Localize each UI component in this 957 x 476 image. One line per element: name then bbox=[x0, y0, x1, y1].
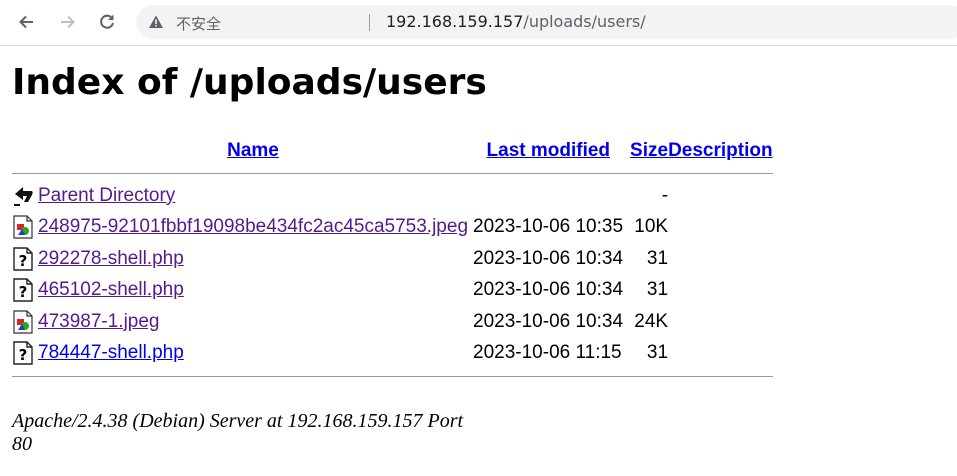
size-cell: 10K bbox=[634, 216, 669, 238]
arrow-right-icon bbox=[61, 15, 75, 29]
description-cell bbox=[668, 212, 773, 244]
file-listing-table: Name Last modified Size Description Pare… bbox=[12, 136, 773, 383]
size-cell: - bbox=[661, 184, 669, 206]
url-path: /uploads/users/ bbox=[523, 12, 646, 31]
sort-by-size-link[interactable]: Size bbox=[630, 140, 668, 161]
page-title: Index of /uploads/users bbox=[12, 62, 487, 103]
row-icon-cell bbox=[12, 180, 38, 212]
sort-by-modified-link[interactable]: Last modified bbox=[487, 140, 611, 161]
row-icon-cell bbox=[12, 306, 38, 338]
table-row: ? 465102-shell.php 2023-10-06 10:34 31 bbox=[12, 275, 773, 307]
image-icon bbox=[13, 310, 33, 334]
size-cell: 31 bbox=[646, 247, 669, 269]
unknown-file-icon: ? bbox=[13, 278, 33, 302]
name-cell: 465102-shell.php bbox=[38, 275, 468, 307]
forward-button[interactable] bbox=[51, 6, 83, 38]
description-cell bbox=[668, 338, 773, 370]
table-row: ? 292278-shell.php 2023-10-06 10:34 31 bbox=[12, 243, 773, 275]
modified-cell: 2023-10-06 10:35 bbox=[473, 216, 624, 238]
url-host: 192.168.159.157 bbox=[386, 12, 524, 31]
name-header: Name bbox=[38, 136, 468, 166]
name-cell: 292278-shell.php bbox=[38, 243, 468, 275]
size-cell: 31 bbox=[646, 279, 669, 301]
modified-cell: 2023-10-06 10:34 bbox=[473, 279, 624, 301]
file-link[interactable]: 784447-shell.php bbox=[38, 342, 184, 363]
address-bar[interactable]: 不安全 192.168.159.157/uploads/users/ bbox=[136, 5, 957, 39]
table-row: 473987-1.jpeg 2023-10-06 10:34 24K bbox=[12, 306, 773, 338]
divider bbox=[12, 172, 773, 174]
size-header: Size bbox=[630, 136, 668, 166]
modified-cell: 2023-10-06 10:34 bbox=[473, 247, 624, 269]
row-icon-cell: ? bbox=[12, 275, 38, 307]
browser-toolbar: 不安全 192.168.159.157/uploads/users/ bbox=[0, 0, 957, 46]
description-cell bbox=[668, 180, 773, 212]
unknown-file-icon: ? bbox=[13, 341, 33, 365]
svg-text:?: ? bbox=[19, 283, 28, 301]
row-icon-cell: ? bbox=[12, 338, 38, 370]
file-link[interactable]: 248975-92101fbbf19098be434fc2ac45ca5753.… bbox=[38, 216, 468, 237]
file-link[interactable]: 465102-shell.php bbox=[38, 279, 184, 300]
name-cell: 473987-1.jpeg bbox=[38, 306, 468, 338]
size-cell: 24K bbox=[634, 310, 669, 332]
parent-directory-link[interactable]: Parent Directory bbox=[38, 185, 175, 206]
table-row: ? 784447-shell.php 2023-10-06 11:15 31 bbox=[12, 338, 773, 370]
header-rule bbox=[12, 166, 773, 180]
reload-button[interactable] bbox=[91, 6, 123, 38]
name-cell: 784447-shell.php bbox=[38, 338, 468, 370]
description-cell bbox=[668, 275, 773, 307]
modified-cell bbox=[468, 180, 630, 212]
last-modified-header: Last modified bbox=[468, 136, 630, 166]
modified-cell: 2023-10-06 11:15 bbox=[473, 342, 622, 364]
security-status[interactable]: 不安全 bbox=[176, 13, 221, 34]
footer-rule bbox=[12, 369, 773, 383]
divider bbox=[12, 375, 773, 377]
icon-header bbox=[12, 136, 38, 166]
arrow-left-icon bbox=[19, 15, 33, 29]
file-link[interactable]: 292278-shell.php bbox=[38, 248, 184, 269]
header-row: Name Last modified Size Description bbox=[12, 136, 773, 166]
file-link[interactable]: 473987-1.jpeg bbox=[38, 311, 160, 332]
size-cell: 31 bbox=[646, 342, 669, 364]
modified-cell: 2023-10-06 10:34 bbox=[473, 310, 624, 332]
address-divider bbox=[369, 14, 370, 31]
sort-by-description-link[interactable]: Description bbox=[668, 140, 773, 161]
svg-text:?: ? bbox=[19, 346, 28, 364]
back-button[interactable] bbox=[11, 6, 43, 38]
sort-by-name-link[interactable]: Name bbox=[227, 140, 279, 161]
unknown-file-icon: ? bbox=[13, 247, 33, 271]
image-icon bbox=[13, 215, 33, 239]
row-icon-cell: ? bbox=[12, 243, 38, 275]
table-row: Parent Directory - bbox=[12, 180, 773, 212]
name-cell: Parent Directory bbox=[38, 180, 468, 212]
reload-icon bbox=[100, 14, 114, 29]
back-icon bbox=[14, 186, 33, 206]
row-icon-cell bbox=[12, 212, 38, 244]
description-header: Description bbox=[668, 136, 773, 166]
directory-index: Index of /uploads/users Name Last modifi… bbox=[12, 56, 773, 455]
url-text[interactable]: 192.168.159.157/uploads/users/ bbox=[386, 12, 646, 31]
description-cell bbox=[668, 306, 773, 338]
server-signature: Apache/2.4.38 (Debian) Server at 192.168… bbox=[12, 410, 464, 455]
name-cell: 248975-92101fbbf19098be434fc2ac45ca5753.… bbox=[38, 212, 468, 244]
svg-text:?: ? bbox=[19, 252, 28, 270]
table-row: 248975-92101fbbf19098be434fc2ac45ca5753.… bbox=[12, 212, 773, 244]
description-cell bbox=[668, 243, 773, 275]
warning-icon[interactable] bbox=[148, 14, 164, 30]
